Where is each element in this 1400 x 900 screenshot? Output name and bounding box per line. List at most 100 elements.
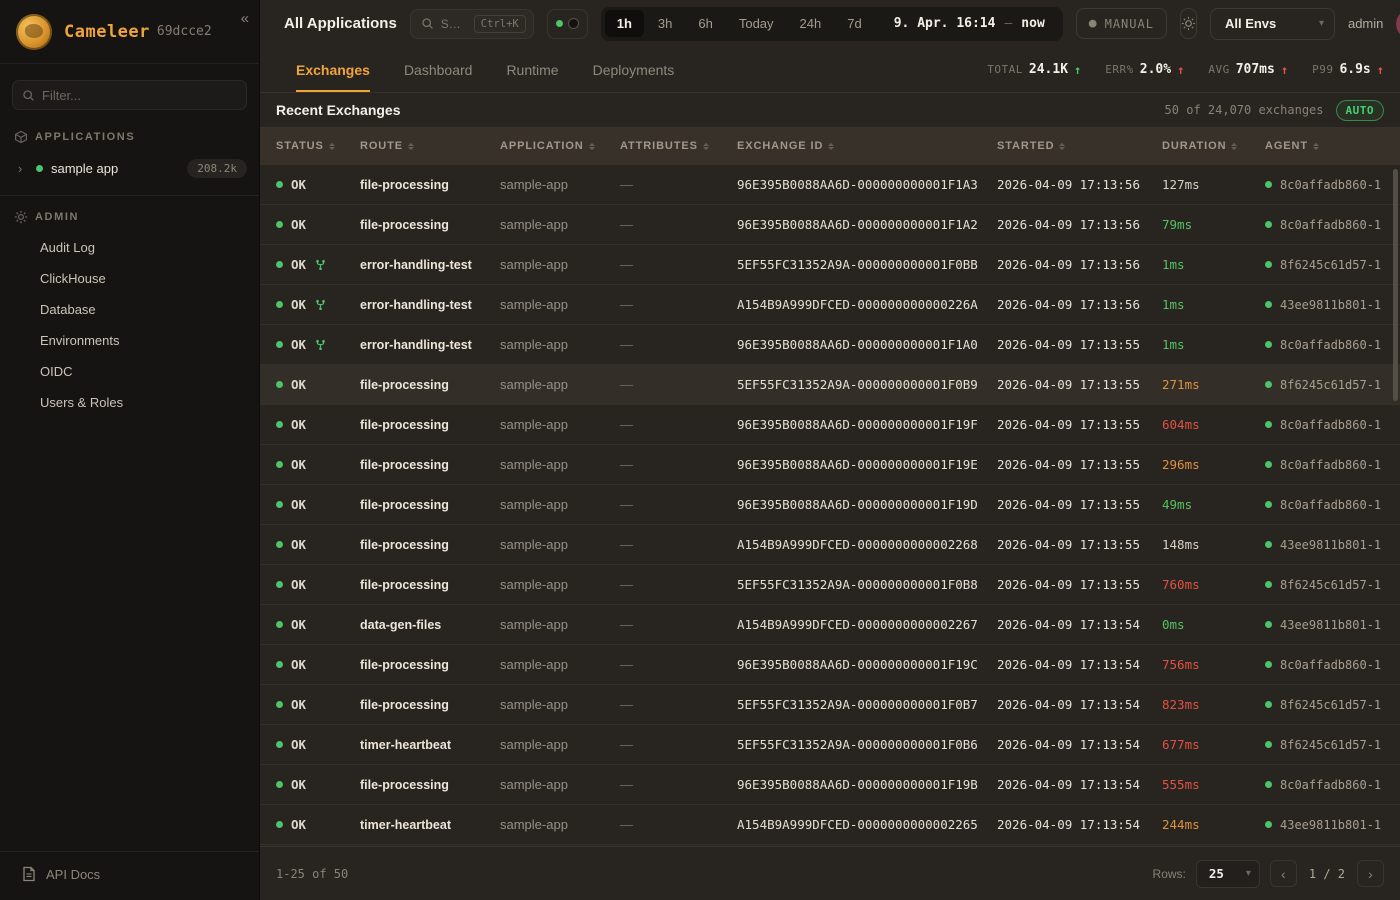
applications-header-label: APPLICATIONS — [35, 131, 135, 143]
date-to[interactable]: now — [1021, 16, 1044, 31]
tab-label: Exchanges — [296, 62, 370, 78]
search-shortcut-badge: Ctrl+K — [474, 15, 526, 33]
table-row[interactable]: OK file-processing sample-app — 96E395B0… — [260, 485, 1400, 525]
sort-icon — [589, 143, 595, 150]
duration-cell: 1ms — [1162, 337, 1265, 352]
theme-toggle-button[interactable] — [1180, 8, 1197, 39]
agent-id: 8f6245c61d57-1 — [1280, 258, 1381, 272]
api-docs-link[interactable]: API Docs — [0, 851, 259, 900]
global-search-field[interactable]: Ctrl+K — [410, 9, 534, 39]
tab[interactable]: Deployments — [593, 47, 675, 92]
started-cell: 2026-04-09 17:13:54 — [997, 737, 1162, 752]
column-header[interactable]: APPLICATION — [500, 140, 620, 152]
time-range-button[interactable]: 6h — [686, 10, 724, 37]
manual-refresh-button[interactable]: ● MANUAL — [1076, 8, 1167, 39]
admin-nav-item[interactable]: Database — [0, 294, 259, 325]
agent-status-dot — [1265, 741, 1272, 748]
table-row[interactable]: OK file-processing sample-app — 96E395B0… — [260, 165, 1400, 205]
avatar[interactable]: AD — [1396, 9, 1400, 39]
table-row[interactable]: OK data-gen-files sample-app — A154B9A99… — [260, 605, 1400, 645]
agent-id: 43ee9811b801-1 — [1280, 538, 1381, 552]
exchange-id-cell: A154B9A999DFCED-0000000000002267 — [737, 617, 997, 632]
column-header[interactable]: ATTRIBUTES — [620, 140, 737, 152]
agent-status-dot — [1265, 621, 1272, 628]
started-cell: 2026-04-09 17:13:55 — [997, 537, 1162, 552]
admin-nav-item[interactable]: Audit Log — [0, 232, 259, 263]
column-header[interactable]: STARTED — [997, 140, 1162, 152]
status-ok-dot — [276, 461, 283, 468]
tab-label: Runtime — [506, 62, 558, 78]
time-range-button[interactable]: 7d — [835, 10, 873, 37]
time-range-button[interactable]: 3h — [646, 10, 684, 37]
fork-icon — [315, 259, 326, 271]
table-row[interactable]: OK file-processing sample-app — 96E395B0… — [260, 445, 1400, 485]
column-header[interactable]: ROUTE — [360, 140, 500, 152]
sort-icon — [408, 143, 414, 150]
table-row[interactable]: OK timer-heartbeat sample-app — 5EF55FC3… — [260, 725, 1400, 765]
table-row[interactable]: OK file-processing sample-app — 5EF55FC3… — [260, 685, 1400, 725]
sort-icon — [1231, 143, 1237, 150]
exchange-id-cell: 5EF55FC31352A9A-000000000001F0B8 — [737, 577, 997, 592]
environment-select[interactable]: All Envs ▾ — [1210, 8, 1335, 40]
column-header[interactable]: AGENT — [1265, 140, 1400, 152]
exchanges-table: STATUS ROUTE APPLICATION ATTRIBUTES — [260, 127, 1400, 900]
date-from[interactable]: 9. Apr. 16:14 — [894, 16, 996, 31]
time-range-button[interactable]: 1h — [605, 10, 644, 37]
collapse-sidebar-icon[interactable]: « — [241, 10, 249, 27]
agent-status-dot — [1265, 661, 1272, 668]
column-header[interactable]: EXCHANGE ID — [737, 140, 997, 152]
live-status-toggle[interactable] — [547, 9, 588, 39]
time-range-button[interactable]: 24h — [788, 10, 834, 37]
column-header[interactable]: STATUS — [276, 140, 360, 152]
route-cell: file-processing — [360, 458, 500, 472]
table-row[interactable]: OK file-processing sample-app — 96E395B0… — [260, 205, 1400, 245]
time-range-label: 1h — [617, 16, 632, 31]
status-cell: OK — [276, 737, 360, 752]
table-row[interactable]: OK file-processing sample-app — A154B9A9… — [260, 525, 1400, 565]
auto-refresh-badge[interactable]: AUTO — [1336, 100, 1385, 121]
time-range-buttons: 1h 3h 6h Today 24h 7d — [605, 10, 874, 37]
tab[interactable]: Dashboard — [404, 47, 473, 92]
time-range-button[interactable]: Today — [727, 10, 786, 37]
manual-label: MANUAL — [1105, 17, 1154, 31]
started-cell: 2026-04-09 17:13:56 — [997, 217, 1162, 232]
attributes-cell: — — [620, 257, 737, 272]
filter-field[interactable] — [12, 80, 247, 110]
table-row[interactable]: OK error-handling-test sample-app — 5EF5… — [260, 245, 1400, 285]
strip-right: 50 of 24,070 exchanges AUTO — [1165, 100, 1384, 121]
admin-nav-item[interactable]: ClickHouse — [0, 263, 259, 294]
started-cell: 2026-04-09 17:13:55 — [997, 497, 1162, 512]
next-page-button[interactable]: › — [1357, 860, 1384, 887]
global-search-input[interactable] — [441, 17, 467, 31]
admin-nav-item[interactable]: Users & Roles — [0, 387, 259, 418]
chevron-right-icon[interactable]: › — [18, 161, 28, 176]
tab[interactable]: Exchanges — [296, 47, 370, 92]
filter-input[interactable] — [42, 88, 237, 103]
time-range-label: Today — [739, 16, 774, 31]
agent-status-dot — [1265, 541, 1272, 548]
table-row[interactable]: OK error-handling-test sample-app — A154… — [260, 285, 1400, 325]
rows-per-page-select[interactable]: 25 ▾ — [1196, 860, 1260, 888]
admin-nav-item[interactable]: Environments — [0, 325, 259, 356]
column-header[interactable]: DURATION — [1162, 140, 1265, 152]
prev-page-button[interactable]: ‹ — [1270, 860, 1297, 887]
table-row[interactable]: OK file-processing sample-app — 96E395B0… — [260, 645, 1400, 685]
status-ok-dot — [276, 581, 283, 588]
table-row[interactable]: OK error-handling-test sample-app — 96E3… — [260, 325, 1400, 365]
table-row[interactable]: OK file-processing sample-app — 96E395B0… — [260, 405, 1400, 445]
table-row[interactable]: OK file-processing sample-app — 5EF55FC3… — [260, 365, 1400, 405]
admin-nav-item[interactable]: OIDC — [0, 356, 259, 387]
table-row[interactable]: OK file-processing sample-app — 96E395B0… — [260, 765, 1400, 805]
scrollbar-thumb[interactable] — [1393, 169, 1398, 401]
tab[interactable]: Runtime — [506, 47, 558, 92]
stat-value: 707ms — [1236, 62, 1275, 77]
duration-cell: 823ms — [1162, 697, 1265, 712]
sidebar-item-sample-app[interactable]: › sample app 208.2k — [0, 152, 259, 185]
pagination-controls: Rows: 25 ▾ ‹ 1 / 2 › — [1153, 860, 1384, 888]
column-header-label: DURATION — [1162, 140, 1226, 152]
agent-status-dot — [1265, 821, 1272, 828]
exchange-id-cell: 96E395B0088AA6D-000000000001F1A3 — [737, 177, 997, 192]
table-row[interactable]: OK timer-heartbeat sample-app — A154B9A9… — [260, 805, 1400, 845]
table-row[interactable]: OK file-processing sample-app — 5EF55FC3… — [260, 565, 1400, 605]
stat-label: TOTAL — [987, 63, 1023, 76]
